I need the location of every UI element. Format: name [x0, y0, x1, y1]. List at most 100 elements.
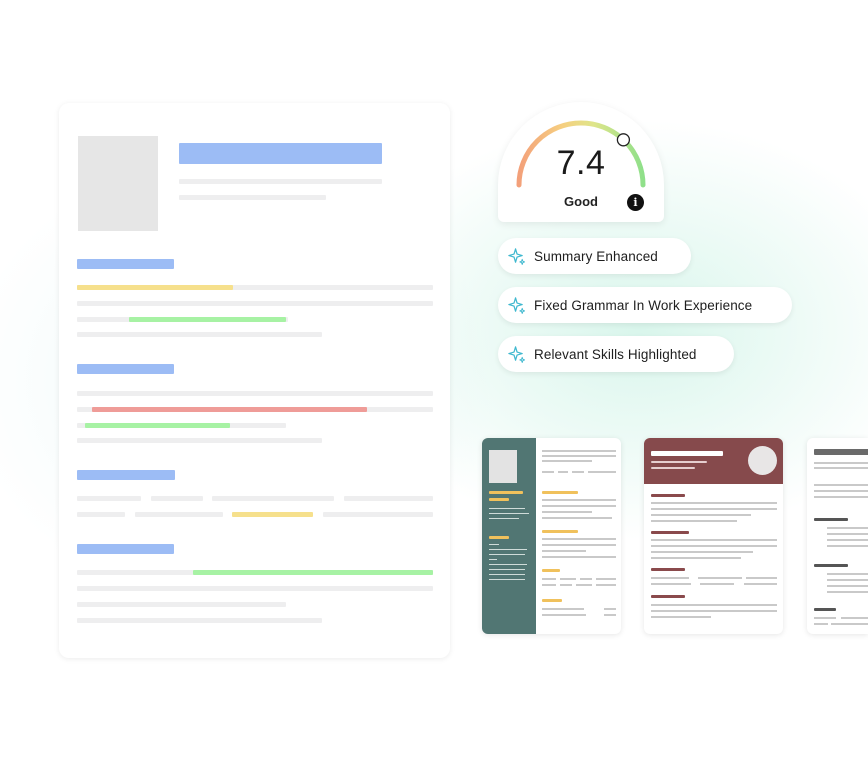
template-sidebar-line: [489, 513, 529, 514]
template-line: [651, 557, 741, 559]
template-line: [827, 533, 868, 535]
template-section-heading: [542, 599, 562, 602]
template-line: [651, 539, 777, 541]
resume-text-line: [323, 512, 433, 517]
template-sidebar-line: [489, 569, 525, 570]
template-section-heading: [542, 491, 578, 494]
improvement-chip-skills: Relevant Skills Highlighted: [498, 336, 734, 372]
template-section-heading: [542, 530, 578, 533]
template-line: [576, 584, 592, 586]
resume-text-line: [77, 301, 433, 306]
template-sidebar-line: [489, 554, 525, 555]
template-sidebar-line: [489, 544, 499, 545]
resume-text-line: [77, 391, 433, 396]
template-sidebar-heading: [489, 498, 509, 501]
template-line: [827, 539, 868, 541]
resume-text-line: [212, 496, 334, 501]
template-line: [542, 505, 616, 507]
template-section-heading: [651, 595, 685, 598]
template-line: [746, 577, 777, 579]
template-line: [542, 608, 584, 610]
profile-photo-placeholder: [78, 136, 158, 231]
template-section-heading: [814, 608, 836, 611]
resume-subtitle-line: [179, 195, 326, 200]
template-section-heading: [651, 531, 689, 534]
template-line: [827, 585, 868, 587]
template-sidebar-line: [489, 574, 525, 575]
template-line: [542, 538, 616, 540]
template-line: [651, 520, 737, 522]
template-thumbnail-teal-sidebar[interactable]: [482, 438, 621, 634]
highlight-red: [92, 407, 367, 412]
template-line: [604, 608, 616, 610]
resume-text-line: [77, 332, 322, 337]
template-line: [651, 514, 751, 516]
template-line: [814, 490, 868, 492]
template-line: [542, 471, 554, 473]
template-photo: [489, 450, 517, 483]
resume-text-line: [77, 602, 286, 607]
template-sidebar-line: [489, 508, 525, 509]
template-sidebar-line: [489, 559, 497, 560]
template-header-name: [814, 449, 868, 455]
template-line: [827, 573, 868, 575]
section-heading-bar: [77, 544, 174, 554]
template-line: [651, 583, 691, 585]
template-line: [814, 617, 836, 619]
template-line: [596, 584, 616, 586]
template-line: [558, 471, 568, 473]
score-value: 7.4: [556, 144, 606, 182]
template-line: [814, 496, 868, 498]
template-line: [827, 579, 868, 581]
template-line: [814, 467, 868, 469]
template-line: [814, 623, 828, 625]
improvement-chip-summary: Summary Enhanced: [498, 238, 691, 274]
template-line: [542, 578, 556, 580]
template-line: [542, 584, 556, 586]
resume-name-bar: [179, 143, 382, 164]
highlight-yellow: [232, 512, 313, 517]
resume-text-line: [135, 512, 223, 517]
resume-subtitle-line: [179, 179, 382, 184]
highlight-green: [85, 423, 230, 428]
template-thumbnail-maroon-header[interactable]: [644, 438, 783, 634]
template-line: [596, 578, 616, 580]
template-sidebar-heading: [489, 536, 509, 539]
resume-text-line: [151, 496, 203, 501]
highlight-green: [129, 317, 286, 322]
template-header-name: [651, 451, 723, 456]
template-line: [827, 545, 868, 547]
template-section-heading: [814, 518, 848, 521]
template-line: [831, 623, 868, 625]
template-line: [651, 577, 689, 579]
template-line: [542, 614, 586, 616]
template-line: [542, 455, 616, 457]
improvement-chip-grammar: Fixed Grammar In Work Experience: [498, 287, 792, 323]
template-line: [542, 450, 616, 452]
template-line: [580, 578, 592, 580]
resume-text-line: [77, 496, 141, 501]
sparkle-icon: [508, 345, 526, 363]
template-line: [542, 544, 616, 546]
highlight-green: [193, 570, 433, 575]
template-avatar: [748, 446, 777, 475]
template-line: [542, 517, 612, 519]
template-line: [588, 471, 616, 473]
sparkle-icon: [508, 247, 526, 265]
template-line: [542, 511, 592, 513]
template-line: [827, 527, 868, 529]
template-line: [651, 616, 711, 618]
info-icon[interactable]: i: [627, 194, 644, 211]
template-header-line: [651, 467, 695, 469]
template-line: [651, 604, 777, 606]
template-line: [814, 484, 868, 486]
template-thumbnail-classic[interactable]: [807, 438, 868, 634]
template-sidebar-line: [489, 564, 527, 565]
template-line: [542, 499, 616, 501]
resume-text-line: [344, 496, 433, 501]
template-section-heading: [542, 569, 560, 572]
template-line: [841, 617, 868, 619]
section-heading-bar: [77, 364, 174, 374]
template-line: [651, 545, 777, 547]
template-line: [744, 583, 777, 585]
